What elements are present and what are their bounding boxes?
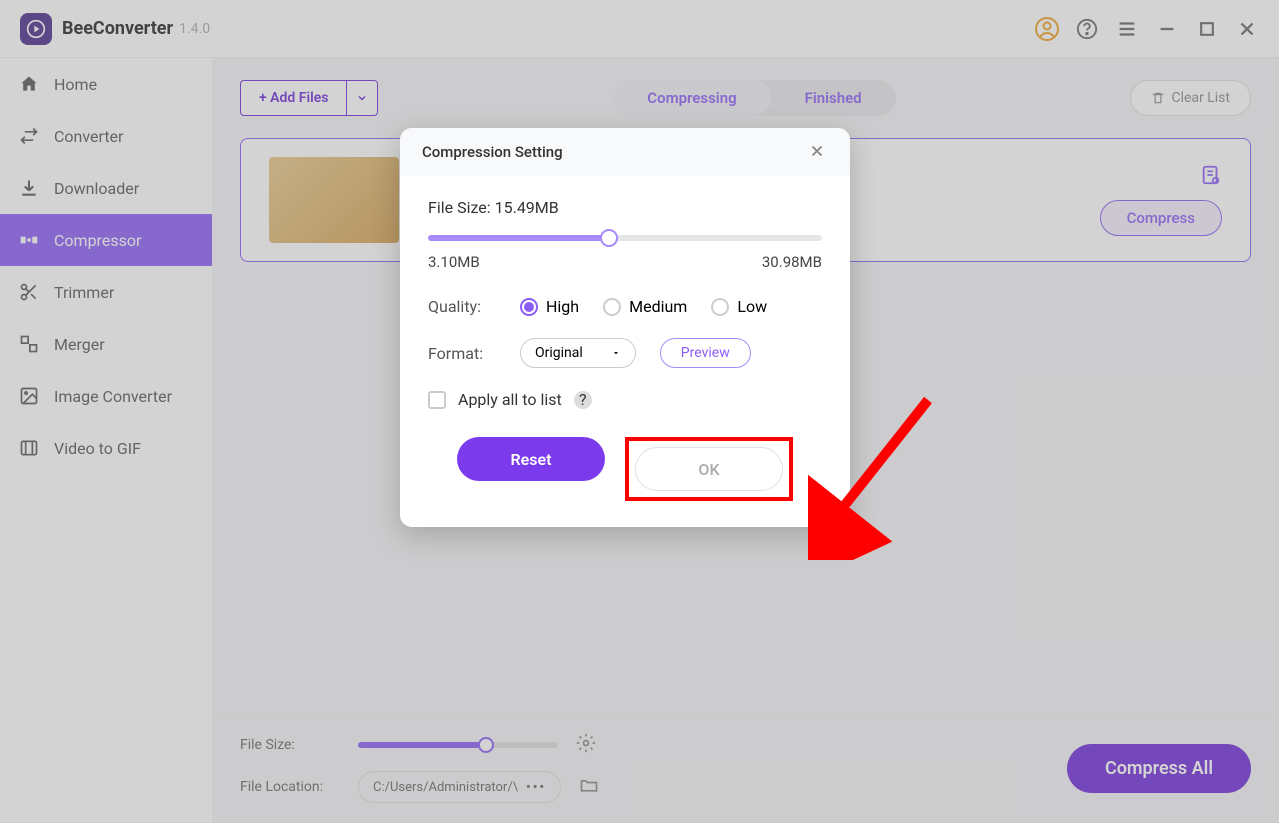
apply-all-checkbox[interactable]: [428, 391, 446, 409]
modal-title: Compression Setting: [422, 143, 563, 161]
format-dropdown[interactable]: Original: [520, 338, 636, 368]
ok-button[interactable]: OK: [635, 447, 783, 491]
file-size-display: File Size: 15.49MB: [428, 198, 822, 217]
modal-close-icon[interactable]: [808, 142, 828, 162]
quality-high-radio[interactable]: High: [520, 297, 579, 316]
min-size-label: 3.10MB: [428, 253, 480, 271]
preview-button[interactable]: Preview: [660, 338, 751, 368]
compression-setting-modal: Compression Setting File Size: 15.49MB 3…: [400, 128, 850, 527]
apply-all-label: Apply all to list: [458, 390, 562, 409]
chevron-down-icon: [611, 348, 621, 358]
quality-low-radio[interactable]: Low: [711, 297, 767, 316]
format-value: Original: [535, 345, 583, 361]
apply-all-help-icon[interactable]: ?: [574, 391, 592, 409]
ok-highlight-annotation: OK: [625, 437, 793, 501]
format-label: Format:: [428, 344, 496, 363]
quality-label: Quality:: [428, 297, 496, 316]
reset-button[interactable]: Reset: [457, 437, 605, 481]
max-size-label: 30.98MB: [762, 253, 822, 271]
compression-slider[interactable]: [428, 235, 822, 241]
quality-medium-radio[interactable]: Medium: [603, 297, 687, 316]
